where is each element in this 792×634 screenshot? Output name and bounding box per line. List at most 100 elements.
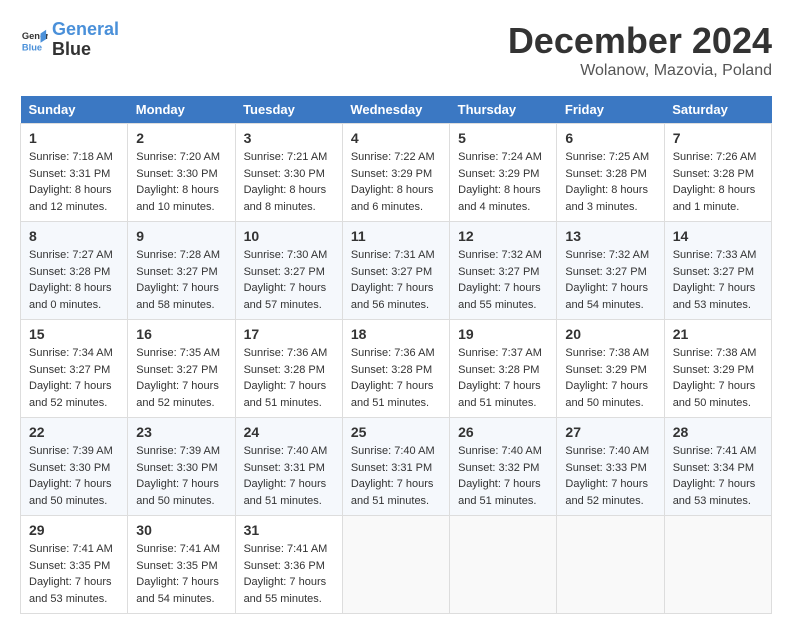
calendar-cell: 1Sunrise: 7:18 AMSunset: 3:31 PMDaylight…	[21, 124, 128, 222]
calendar-cell: 9Sunrise: 7:28 AMSunset: 3:27 PMDaylight…	[128, 222, 235, 320]
day-info: Sunrise: 7:27 AMSunset: 3:28 PMDaylight:…	[29, 247, 119, 313]
calendar-cell: 2 Sunrise: 7:20 AMSunset: 3:30 PMDaylight…	[128, 124, 235, 222]
day-number: 1	[29, 130, 119, 146]
page-header: General Blue GeneralBlue December 2024 W…	[20, 20, 772, 80]
day-header-saturday: Saturday	[664, 96, 771, 124]
day-number: 19	[458, 326, 548, 342]
day-info: Sunrise: 7:37 AMSunset: 3:28 PMDaylight:…	[458, 345, 548, 411]
day-info: Sunrise: 7:26 AMSunset: 3:28 PMDaylight:…	[673, 149, 763, 215]
calendar-cell: 19 Sunrise: 7:37 AMSunset: 3:28 PMDayligh…	[450, 320, 557, 418]
day-number: 8	[29, 228, 119, 244]
calendar-cell: 28 Sunrise: 7:41 AMSunset: 3:34 PMDayligh…	[664, 418, 771, 516]
day-number: 12	[458, 228, 548, 244]
calendar-cell: 21 Sunrise: 7:38 AMSunset: 3:29 PMDayligh…	[664, 320, 771, 418]
day-info: Sunrise: 7:38 AMSunset: 3:29 PMDaylight:…	[673, 345, 763, 411]
day-number: 7	[673, 130, 763, 146]
day-number: 21	[673, 326, 763, 342]
day-number: 11	[351, 228, 441, 244]
calendar-cell: 8 Sunrise: 7:27 AMSunset: 3:28 PMDaylight…	[21, 222, 128, 320]
calendar-cell: 7 Sunrise: 7:26 AMSunset: 3:28 PMDaylight…	[664, 124, 771, 222]
calendar-cell	[342, 516, 449, 614]
calendar-cell: 24 Sunrise: 7:40 AMSunset: 3:31 PMDayligh…	[235, 418, 342, 516]
day-number: 10	[244, 228, 334, 244]
day-info: Sunrise: 7:30 AMSunset: 3:27 PMDaylight:…	[244, 247, 334, 313]
calendar-table: SundayMondayTuesdayWednesdayThursdayFrid…	[20, 96, 772, 614]
day-number: 27	[565, 424, 655, 440]
day-info: Sunrise: 7:39 AMSunset: 3:30 PMDaylight:…	[136, 443, 226, 509]
day-number: 2	[136, 130, 226, 146]
day-info: Sunrise: 7:41 AMSunset: 3:35 PMDaylight:…	[136, 541, 226, 607]
day-info: Sunrise: 7:41 AMSunset: 3:35 PMDaylight:…	[29, 541, 119, 607]
calendar-cell: 20Sunrise: 7:38 AMSunset: 3:29 PMDayligh…	[557, 320, 664, 418]
calendar-cell: 10 Sunrise: 7:30 AMSunset: 3:27 PMDayligh…	[235, 222, 342, 320]
calendar-cell: 6Sunrise: 7:25 AMSunset: 3:28 PMDaylight…	[557, 124, 664, 222]
day-info: Sunrise: 7:20 AMSunset: 3:30 PMDaylight:…	[136, 149, 226, 215]
day-number: 28	[673, 424, 763, 440]
day-number: 3	[244, 130, 334, 146]
calendar-cell: 4Sunrise: 7:22 AMSunset: 3:29 PMDaylight…	[342, 124, 449, 222]
day-info: Sunrise: 7:34 AMSunset: 3:27 PMDaylight:…	[29, 345, 119, 411]
day-header-friday: Friday	[557, 96, 664, 124]
day-info: Sunrise: 7:39 AMSunset: 3:30 PMDaylight:…	[29, 443, 119, 509]
day-info: Sunrise: 7:40 AMSunset: 3:31 PMDaylight:…	[244, 443, 334, 509]
calendar-cell: 14Sunrise: 7:33 AMSunset: 3:27 PMDayligh…	[664, 222, 771, 320]
month-title: December 2024	[508, 20, 772, 62]
calendar-cell: 25 Sunrise: 7:40 AMSunset: 3:31 PMDayligh…	[342, 418, 449, 516]
day-info: Sunrise: 7:32 AMSunset: 3:27 PMDaylight:…	[458, 247, 548, 313]
calendar-cell: 27 Sunrise: 7:40 AMSunset: 3:33 PMDayligh…	[557, 418, 664, 516]
day-info: Sunrise: 7:38 AMSunset: 3:29 PMDaylight:…	[565, 345, 655, 411]
day-number: 29	[29, 522, 119, 538]
calendar-cell: 13Sunrise: 7:32 AMSunset: 3:27 PMDayligh…	[557, 222, 664, 320]
calendar-week-5: 29 Sunrise: 7:41 AMSunset: 3:35 PMDayligh…	[21, 516, 772, 614]
day-info: Sunrise: 7:33 AMSunset: 3:27 PMDaylight:…	[673, 247, 763, 313]
day-info: Sunrise: 7:41 AMSunset: 3:36 PMDaylight:…	[244, 541, 334, 607]
calendar-cell: 5 Sunrise: 7:24 AMSunset: 3:29 PMDaylight…	[450, 124, 557, 222]
calendar-cell	[450, 516, 557, 614]
day-number: 24	[244, 424, 334, 440]
day-number: 25	[351, 424, 441, 440]
day-info: Sunrise: 7:41 AMSunset: 3:34 PMDaylight:…	[673, 443, 763, 509]
day-info: Sunrise: 7:40 AMSunset: 3:32 PMDaylight:…	[458, 443, 548, 509]
day-info: Sunrise: 7:40 AMSunset: 3:33 PMDaylight:…	[565, 443, 655, 509]
calendar-cell: 15 Sunrise: 7:34 AMSunset: 3:27 PMDayligh…	[21, 320, 128, 418]
calendar-cell: 16Sunrise: 7:35 AMSunset: 3:27 PMDayligh…	[128, 320, 235, 418]
calendar-week-4: 22 Sunrise: 7:39 AMSunset: 3:30 PMDayligh…	[21, 418, 772, 516]
calendar-week-2: 8 Sunrise: 7:27 AMSunset: 3:28 PMDaylight…	[21, 222, 772, 320]
day-info: Sunrise: 7:40 AMSunset: 3:31 PMDaylight:…	[351, 443, 441, 509]
day-number: 22	[29, 424, 119, 440]
calendar-cell: 3 Sunrise: 7:21 AMSunset: 3:30 PMDaylight…	[235, 124, 342, 222]
day-number: 30	[136, 522, 226, 538]
day-number: 15	[29, 326, 119, 342]
day-info: Sunrise: 7:36 AMSunset: 3:28 PMDaylight:…	[351, 345, 441, 411]
location-subtitle: Wolanow, Mazovia, Poland	[508, 62, 772, 80]
calendar-cell	[557, 516, 664, 614]
logo: General Blue GeneralBlue	[20, 20, 119, 60]
logo-icon: General Blue	[20, 26, 48, 54]
day-header-wednesday: Wednesday	[342, 96, 449, 124]
day-number: 6	[565, 130, 655, 146]
day-number: 13	[565, 228, 655, 244]
day-info: Sunrise: 7:21 AMSunset: 3:30 PMDaylight:…	[244, 149, 334, 215]
day-info: Sunrise: 7:28 AMSunset: 3:27 PMDaylight:…	[136, 247, 226, 313]
calendar-body: 1Sunrise: 7:18 AMSunset: 3:31 PMDaylight…	[21, 124, 772, 614]
calendar-cell: 11Sunrise: 7:31 AMSunset: 3:27 PMDayligh…	[342, 222, 449, 320]
svg-text:Blue: Blue	[22, 42, 42, 52]
calendar-cell: 30 Sunrise: 7:41 AMSunset: 3:35 PMDayligh…	[128, 516, 235, 614]
calendar-week-3: 15 Sunrise: 7:34 AMSunset: 3:27 PMDayligh…	[21, 320, 772, 418]
day-header-tuesday: Tuesday	[235, 96, 342, 124]
day-number: 31	[244, 522, 334, 538]
calendar-header-row: SundayMondayTuesdayWednesdayThursdayFrid…	[21, 96, 772, 124]
calendar-cell: 17 Sunrise: 7:36 AMSunset: 3:28 PMDayligh…	[235, 320, 342, 418]
calendar-cell: 26Sunrise: 7:40 AMSunset: 3:32 PMDayligh…	[450, 418, 557, 516]
day-number: 16	[136, 326, 226, 342]
calendar-cell: 23 Sunrise: 7:39 AMSunset: 3:30 PMDayligh…	[128, 418, 235, 516]
day-number: 17	[244, 326, 334, 342]
day-number: 5	[458, 130, 548, 146]
day-info: Sunrise: 7:24 AMSunset: 3:29 PMDaylight:…	[458, 149, 548, 215]
title-block: December 2024 Wolanow, Mazovia, Poland	[508, 20, 772, 80]
calendar-cell: 22 Sunrise: 7:39 AMSunset: 3:30 PMDayligh…	[21, 418, 128, 516]
day-info: Sunrise: 7:22 AMSunset: 3:29 PMDaylight:…	[351, 149, 441, 215]
day-info: Sunrise: 7:36 AMSunset: 3:28 PMDaylight:…	[244, 345, 334, 411]
day-number: 23	[136, 424, 226, 440]
calendar-cell: 18Sunrise: 7:36 AMSunset: 3:28 PMDayligh…	[342, 320, 449, 418]
